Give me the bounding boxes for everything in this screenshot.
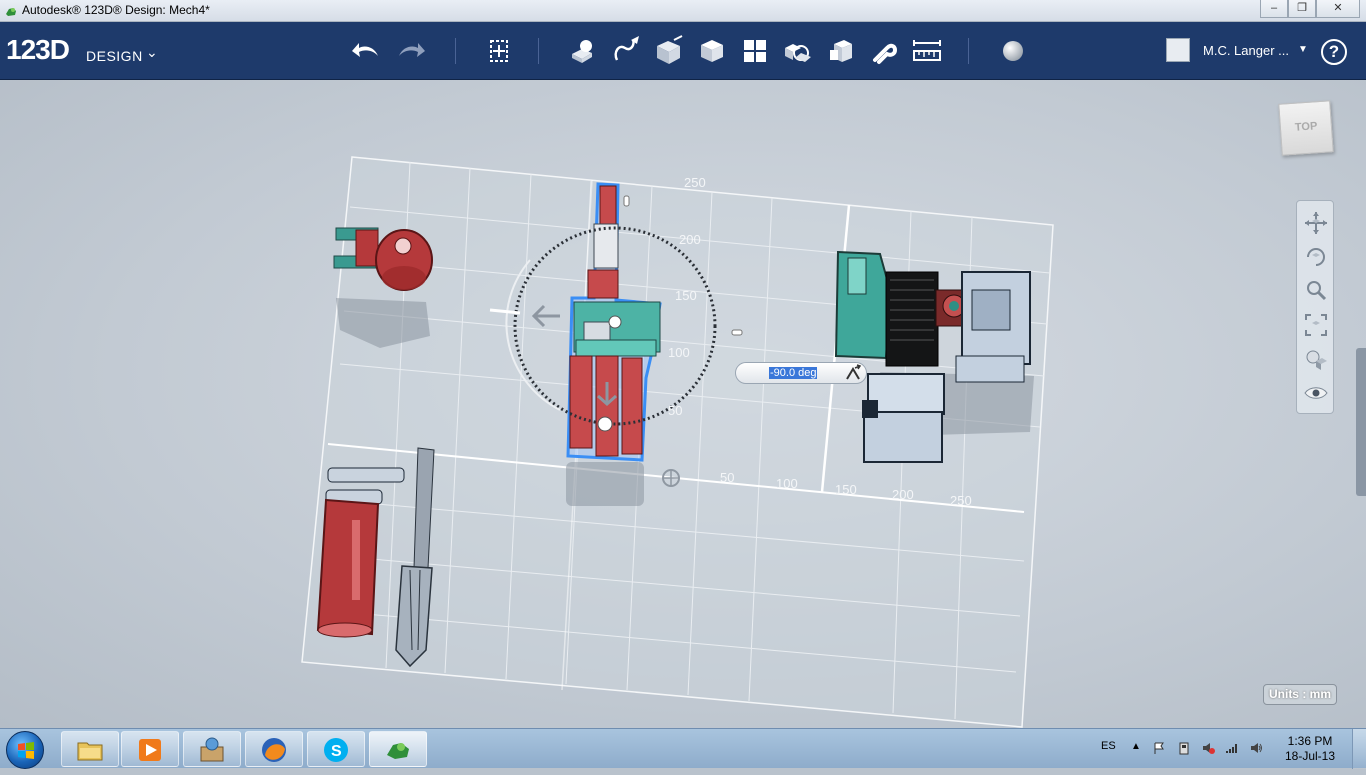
grid-label-x: 250 — [950, 493, 972, 508]
grouping-icon[interactable] — [781, 34, 815, 68]
pan-icon[interactable] — [1302, 209, 1330, 237]
modify-icon[interactable] — [695, 34, 729, 68]
measure-icon[interactable] — [910, 34, 944, 68]
clock-date: 18-Jul-13 — [1284, 749, 1336, 763]
taskbar-app-skype[interactable]: S — [307, 731, 365, 767]
pattern-icon[interactable] — [738, 34, 772, 68]
zoom-icon[interactable] — [1302, 277, 1330, 305]
firefox-icon — [262, 738, 286, 762]
user-avatar[interactable] — [1166, 38, 1190, 62]
removable-device-icon[interactable] — [1177, 741, 1191, 755]
rotate-angle-input[interactable]: -90.0 deg — [769, 367, 818, 379]
3d-viewport[interactable]: 250 200 150 100 50 50 100 150 200 250 TO… — [0, 80, 1366, 728]
snap-icon[interactable] — [867, 34, 901, 68]
toolbar-separator — [968, 38, 969, 64]
speaker-icon[interactable] — [1249, 741, 1263, 755]
grid-label-y: 50 — [668, 403, 682, 418]
scene-canvas[interactable]: 250 200 150 100 50 50 100 150 200 250 — [0, 80, 1366, 728]
taskbar-app-123d-design[interactable] — [369, 731, 427, 767]
svg-text:S: S — [331, 743, 342, 760]
navigation-bar — [1296, 200, 1334, 414]
123d-design-icon — [387, 743, 409, 759]
explorer-icon — [77, 742, 103, 761]
transform-icon[interactable] — [482, 34, 516, 68]
material-icon[interactable] — [996, 34, 1030, 68]
combine-icon[interactable] — [824, 34, 858, 68]
toolbar-separator — [538, 38, 539, 64]
taskbar-app-firefox[interactable] — [245, 731, 303, 767]
app-logo-sub[interactable]: DESIGN — [86, 48, 143, 64]
visual-style-icon[interactable] — [1302, 345, 1330, 373]
side-panel-handle[interactable] — [1356, 348, 1366, 496]
snap-angle-icon[interactable] — [842, 363, 864, 383]
user-menu-chevron-icon[interactable]: ▼ — [1298, 44, 1308, 55]
viewcube-face-label: TOP — [1294, 120, 1318, 134]
action-center-flag-icon[interactable] — [1152, 741, 1166, 755]
help-button[interactable]: ? — [1321, 39, 1347, 65]
app-logo[interactable]: 123D — [6, 34, 70, 66]
primitives-icon[interactable] — [566, 34, 600, 68]
clock-time: 1:36 PM — [1287, 734, 1333, 748]
show-hidden-icons-icon[interactable]: ▲ — [1131, 741, 1145, 755]
grid-label-x: 50 — [720, 470, 734, 485]
grid-label-x: 150 — [835, 482, 857, 497]
start-button[interactable] — [6, 731, 44, 769]
maximize-button[interactable]: ❐ — [1288, 0, 1316, 18]
visibility-eye-icon[interactable] — [1302, 379, 1330, 407]
language-indicator[interactable]: ES — [1101, 740, 1116, 752]
app-icon — [6, 8, 16, 16]
sketch-icon[interactable] — [609, 34, 643, 68]
app-menu-chevron-icon[interactable]: ⌄ — [146, 44, 158, 61]
grid-label-y: 250 — [684, 175, 706, 190]
minimize-button[interactable]: – — [1260, 0, 1288, 18]
main-toolbar: 123D DESIGN ⌄ M.C. Langer ... ▼ ? — [0, 22, 1366, 80]
taskbar: S ES ▲ 1:36 PM 18-Jul-13 — [0, 728, 1366, 769]
taskbar-app-explorer[interactable] — [61, 731, 119, 767]
store-icon — [200, 737, 224, 762]
fit-icon[interactable] — [1302, 311, 1330, 339]
window-title: Autodesk® 123D® Design: Mech4* — [22, 3, 210, 17]
media-player-icon — [139, 739, 161, 761]
orbit-icon[interactable] — [1302, 243, 1330, 271]
volume-muted-icon[interactable] — [1201, 741, 1215, 755]
redo-icon[interactable] — [393, 34, 427, 68]
network-icon[interactable] — [1225, 741, 1239, 755]
taskbar-app-media-player[interactable] — [121, 731, 179, 767]
skype-icon: S — [324, 738, 348, 762]
grid-label-x: 100 — [776, 476, 798, 491]
taskbar-app-store[interactable] — [183, 731, 241, 767]
undo-icon[interactable] — [350, 34, 384, 68]
show-desktop-button[interactable] — [1352, 729, 1366, 769]
window-titlebar: Autodesk® 123D® Design: Mech4* – ❐ ✕ — [0, 0, 1366, 22]
construct-icon[interactable] — [652, 34, 686, 68]
toolbar-separator — [455, 38, 456, 64]
user-name[interactable]: M.C. Langer ... — [1203, 43, 1289, 58]
units-button[interactable]: Units : mm — [1263, 684, 1337, 705]
grid-label-x: 200 — [892, 487, 914, 502]
close-button[interactable]: ✕ — [1316, 0, 1360, 18]
system-clock[interactable]: 1:36 PM 18-Jul-13 — [1281, 734, 1339, 764]
grid-label-y: 150 — [675, 288, 697, 303]
grid-label-y: 200 — [679, 232, 701, 247]
viewcube[interactable]: TOP — [1278, 100, 1334, 156]
grid-label-y: 100 — [668, 345, 690, 360]
